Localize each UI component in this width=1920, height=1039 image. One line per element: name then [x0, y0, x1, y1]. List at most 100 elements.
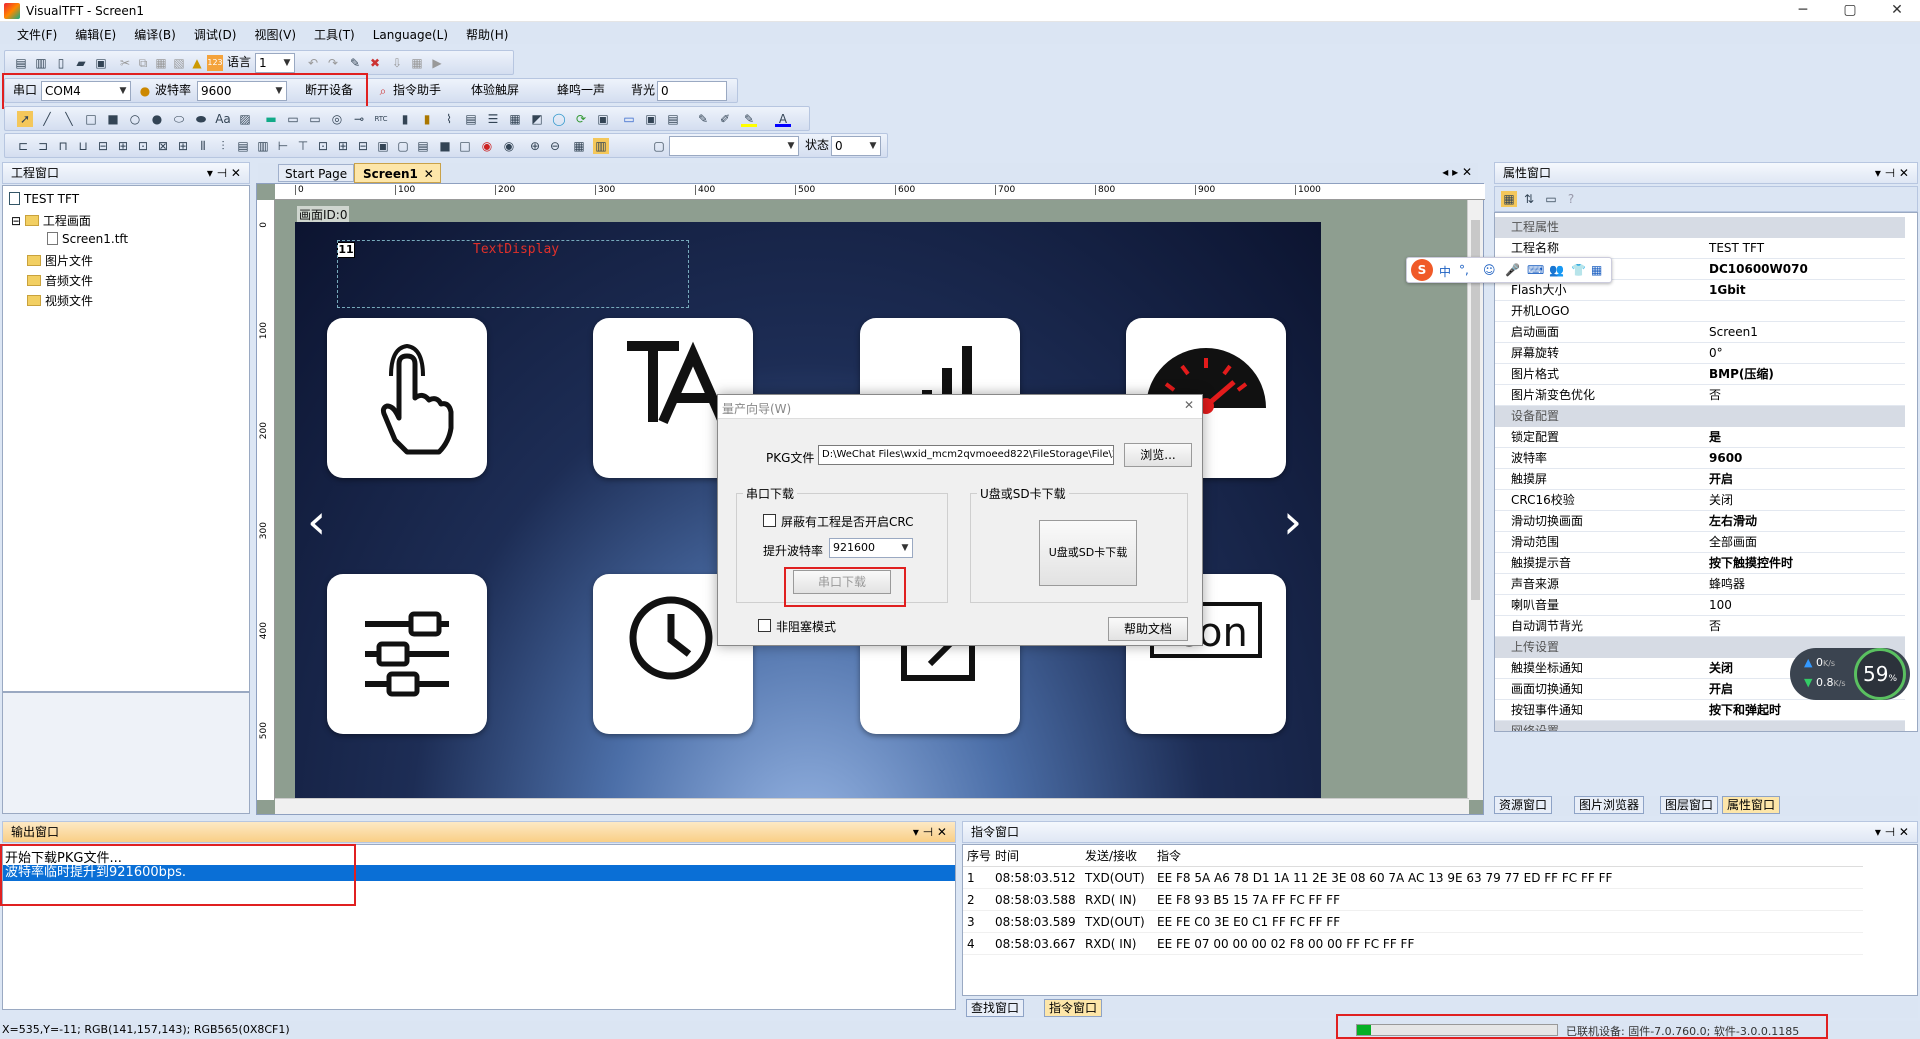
property-row[interactable]: 触摸提示音 按下触摸控件时 — [1495, 553, 1905, 574]
circle-icon[interactable]: ○ — [127, 111, 143, 127]
space-v-icon[interactable]: ⫶ — [215, 138, 231, 154]
download-icon[interactable]: ⇩ — [389, 55, 405, 71]
same-size-icon[interactable]: ⊞ — [175, 138, 191, 154]
space-h-icon[interactable]: ⫴ — [195, 138, 211, 154]
menu-view[interactable]: 视图(V) — [245, 22, 305, 43]
menu-language[interactable]: Language(L) — [364, 24, 457, 42]
tab-command[interactable]: 指令窗口 — [1044, 999, 1103, 1017]
arrow-right-icon[interactable]: › — [1283, 494, 1302, 550]
tree-screens[interactable]: ⊟ 工程画面 — [11, 212, 91, 229]
tab-image-browser[interactable]: 图片浏览器 — [1574, 796, 1645, 814]
property-value[interactable]: 0° — [1705, 343, 1901, 363]
ime-logo-icon[interactable]: S — [1411, 259, 1433, 281]
property-row[interactable]: 自动调节背光 否 — [1495, 616, 1905, 637]
property-section[interactable]: 工程属性 — [1495, 217, 1905, 238]
image-icon[interactable]: ▨ — [237, 111, 253, 127]
pointer-icon[interactable]: ➚ — [17, 111, 33, 127]
zoom-in-icon[interactable]: ⊕ — [527, 138, 543, 154]
command-row[interactable]: 1 08:58:03.512 TXD(OUT) EE F8 5A A6 78 D1 1… — [963, 867, 1863, 889]
arrow-left-icon[interactable]: ‹ — [307, 494, 326, 550]
compile-icon[interactable]: ✎ — [347, 55, 363, 71]
property-row[interactable]: 锁定配置 是 — [1495, 427, 1905, 448]
menu-debug[interactable]: 调试(D) — [185, 22, 246, 43]
property-row[interactable]: 触摸屏 开启 — [1495, 469, 1905, 490]
menu-help[interactable]: 帮助(H) — [457, 22, 517, 43]
serial-download-button[interactable]: 串口下载 — [793, 570, 891, 594]
delete-icon[interactable]: ▧ — [171, 55, 187, 71]
menu-file[interactable]: 文件(F) — [8, 22, 66, 43]
property-row[interactable]: Flash大小 1Gbit — [1495, 280, 1905, 301]
textbox-icon[interactable]: ▭ — [285, 111, 301, 127]
new-project-icon[interactable]: ▤ — [13, 55, 29, 71]
property-value[interactable]: 左右滑动 — [1705, 511, 1901, 531]
property-value[interactable]: 否 — [1705, 616, 1901, 636]
tree-screen1[interactable]: Screen1.tft — [47, 232, 128, 246]
panel-pin-close-icon[interactable]: ▾ ⊣ ✕ — [207, 163, 241, 183]
grid2-icon[interactable]: ▦ — [507, 111, 523, 127]
cut-icon[interactable]: ✂ — [117, 55, 133, 71]
ime-skin-icon[interactable]: 👕 — [1571, 263, 1586, 277]
same-width-icon[interactable]: ⊡ — [135, 138, 151, 154]
sort-az-icon[interactable]: ⇅ — [1521, 191, 1537, 207]
fill-circle-icon[interactable]: ● — [149, 111, 165, 127]
ime-cn-toggle[interactable]: 中 — [1439, 263, 1451, 280]
property-pages-icon[interactable]: ▭ — [1543, 191, 1559, 207]
size-icon[interactable]: ⊡ — [315, 138, 331, 154]
property-value[interactable]: Screen1 — [1705, 322, 1901, 342]
text-icon[interactable]: Aa — [215, 111, 231, 127]
tree-images[interactable]: 图片文件 — [27, 252, 93, 269]
eye-icon[interactable]: ◉ — [501, 138, 517, 154]
baud-select[interactable]: 9600 ▼ — [197, 81, 287, 101]
settings-tile[interactable] — [327, 574, 487, 734]
paste-icon[interactable]: ▦ — [153, 55, 169, 71]
ime-voice-icon[interactable]: 🎤 — [1505, 263, 1520, 277]
property-row[interactable]: 按钮事件通知 按下和弹起时 — [1495, 700, 1905, 721]
lock-icon[interactable]: ▲ — [189, 55, 205, 71]
menu-edit[interactable]: 编辑(E) — [66, 22, 125, 43]
view-icon[interactable]: ▢ — [651, 138, 667, 154]
ruler-icon[interactable]: ▥ — [593, 138, 609, 154]
tab-find[interactable]: 查找窗口 — [966, 999, 1025, 1017]
fill-ellipse-icon[interactable]: ⬬ — [193, 111, 209, 127]
property-row[interactable]: 工程名称 TEST TFT — [1495, 238, 1905, 259]
properties-pin-close-icon[interactable]: ▾ ⊣ ✕ — [1875, 163, 1909, 183]
property-value[interactable]: 是 — [1705, 427, 1901, 447]
property-value[interactable]: 否 — [1705, 385, 1901, 405]
property-row[interactable]: 图片渐变色优化 否 — [1495, 385, 1905, 406]
property-row[interactable]: 滑动切换画面 左右滑动 — [1495, 511, 1905, 532]
tree-root[interactable]: TEST TFT — [9, 192, 79, 206]
touch-tile[interactable] — [327, 318, 487, 478]
redo-icon[interactable]: ↷ — [325, 55, 341, 71]
dropper-icon[interactable]: ✐ — [717, 111, 733, 127]
property-value[interactable]: TEST TFT — [1705, 238, 1901, 258]
ime-keyboard-icon[interactable]: ⌨ — [1527, 263, 1544, 277]
maximize-button[interactable]: ▢ — [1827, 0, 1873, 22]
property-section[interactable]: 网络设置 — [1495, 721, 1905, 731]
open-icon[interactable]: ▰ — [73, 55, 89, 71]
center-h-icon[interactable]: ⊟ — [95, 138, 111, 154]
property-value[interactable]: 1Gbit — [1705, 280, 1901, 300]
property-value[interactable]: 蜂鸣器 — [1705, 574, 1901, 594]
command-row[interactable]: 2 08:58:03.588 RXD( IN) EE F8 93 B5 15 7A F… — [963, 889, 1863, 911]
save-icon[interactable]: ▣ — [93, 55, 109, 71]
state-select[interactable]: 0 ▼ — [831, 136, 881, 156]
button-icon[interactable]: ▬ — [263, 111, 279, 127]
pkg-path-input[interactable]: D:\WeChat Files\wxid_mcm2qvmoeed822\File… — [818, 445, 1114, 465]
property-row[interactable]: 屏幕旋转 0° — [1495, 343, 1905, 364]
property-value[interactable]: 关闭 — [1705, 490, 1901, 510]
clean-icon[interactable]: ✖ — [367, 55, 383, 71]
view-select[interactable]: ▼ — [669, 136, 799, 156]
lock-object-icon[interactable]: ■ — [437, 138, 453, 154]
horizontal-scrollbar[interactable] — [275, 798, 1469, 814]
property-value[interactable]: 开启 — [1705, 469, 1901, 489]
ime-user-icon[interactable]: 👥 — [1549, 263, 1564, 277]
align-bottom-icon[interactable]: ⊔ — [75, 138, 91, 154]
ime-emoji-icon[interactable]: ☺ — [1483, 263, 1496, 277]
ellipse-icon[interactable]: ⬭ — [171, 111, 187, 127]
grid-icon[interactable]: ▦ — [409, 55, 425, 71]
command-row[interactable]: 4 08:58:03.667 RXD( IN) EE FE 07 00 00 00 0… — [963, 933, 1863, 955]
property-row[interactable]: 启动画面 Screen1 — [1495, 322, 1905, 343]
udisk-download-button[interactable]: U盘或SD卡下载 — [1039, 520, 1137, 586]
command-row[interactable]: 3 08:58:03.589 TXD(OUT) EE FE C0 3E E0 C1 F… — [963, 911, 1863, 933]
align-left-icon[interactable]: ⊏ — [15, 138, 31, 154]
